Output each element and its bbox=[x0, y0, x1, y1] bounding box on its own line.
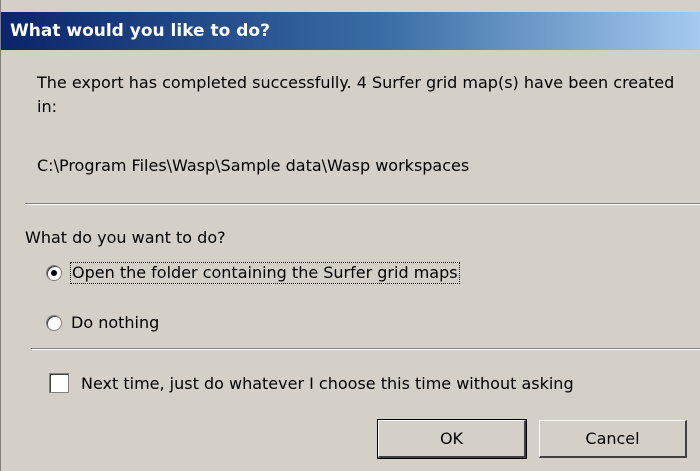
separator-bottom bbox=[31, 348, 700, 350]
option-open-folder-label[interactable]: Open the folder containing the Surfer gr… bbox=[70, 262, 460, 284]
export-path: C:\Program Files\Wasp\Sample data\Wasp w… bbox=[37, 156, 470, 175]
separator-top bbox=[25, 203, 700, 205]
cancel-button[interactable]: Cancel bbox=[539, 420, 687, 458]
option-open-folder[interactable]: Open the folder containing the Surfer gr… bbox=[46, 261, 460, 285]
export-complete-message: The export has completed successfully. 4… bbox=[37, 73, 675, 116]
question-label: What do you want to do? bbox=[25, 228, 226, 247]
radio-button-do-nothing[interactable] bbox=[46, 315, 62, 331]
ok-button[interactable]: OK bbox=[377, 419, 527, 459]
title-bar: What would you like to do? bbox=[1, 12, 700, 50]
remember-choice-label[interactable]: Next time, just do whatever I choose thi… bbox=[81, 374, 574, 393]
dialog-title: What would you like to do? bbox=[10, 21, 270, 41]
remember-choice-option[interactable]: Next time, just do whatever I choose thi… bbox=[49, 370, 574, 396]
radio-button-open-folder[interactable] bbox=[46, 265, 62, 281]
radio-selected-dot-icon bbox=[51, 270, 57, 276]
dialog-window: What would you like to do? The export ha… bbox=[0, 0, 700, 471]
option-do-nothing-label[interactable]: Do nothing bbox=[71, 313, 159, 333]
option-do-nothing[interactable]: Do nothing bbox=[46, 311, 159, 335]
remember-choice-checkbox[interactable] bbox=[49, 373, 69, 393]
